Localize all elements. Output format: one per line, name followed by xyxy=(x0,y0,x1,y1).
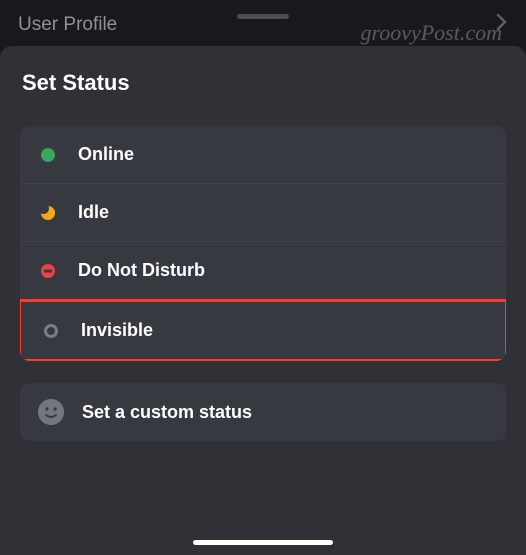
status-label: Invisible xyxy=(81,320,153,341)
custom-status-label: Set a custom status xyxy=(82,402,252,423)
set-custom-status-button[interactable]: Set a custom status xyxy=(20,383,506,441)
home-indicator[interactable] xyxy=(193,540,333,545)
status-option-invisible[interactable]: Invisible xyxy=(23,302,503,359)
online-icon xyxy=(38,145,58,165)
status-label: Idle xyxy=(78,202,109,223)
emoji-icon xyxy=(38,399,64,425)
idle-icon xyxy=(38,203,58,223)
status-option-online[interactable]: Online xyxy=(20,126,506,184)
status-label: Online xyxy=(78,144,134,165)
status-option-idle[interactable]: Idle xyxy=(20,184,506,242)
invisible-icon xyxy=(41,321,61,341)
status-options-card: Online Idle Do Not Disturb Invisible xyxy=(20,126,506,361)
user-profile-label: User Profile xyxy=(18,14,117,36)
status-option-dnd[interactable]: Do Not Disturb xyxy=(20,242,506,300)
user-profile-row[interactable]: User Profile xyxy=(0,0,526,50)
dnd-icon xyxy=(38,261,58,281)
sheet-drag-handle[interactable] xyxy=(237,14,289,19)
sheet-title: Set Status xyxy=(20,70,506,96)
highlight-annotation: Invisible xyxy=(20,299,506,361)
status-label: Do Not Disturb xyxy=(78,260,205,281)
chevron-right-icon xyxy=(496,13,508,37)
set-status-sheet: Set Status Online Idle Do Not Disturb In… xyxy=(0,46,526,555)
